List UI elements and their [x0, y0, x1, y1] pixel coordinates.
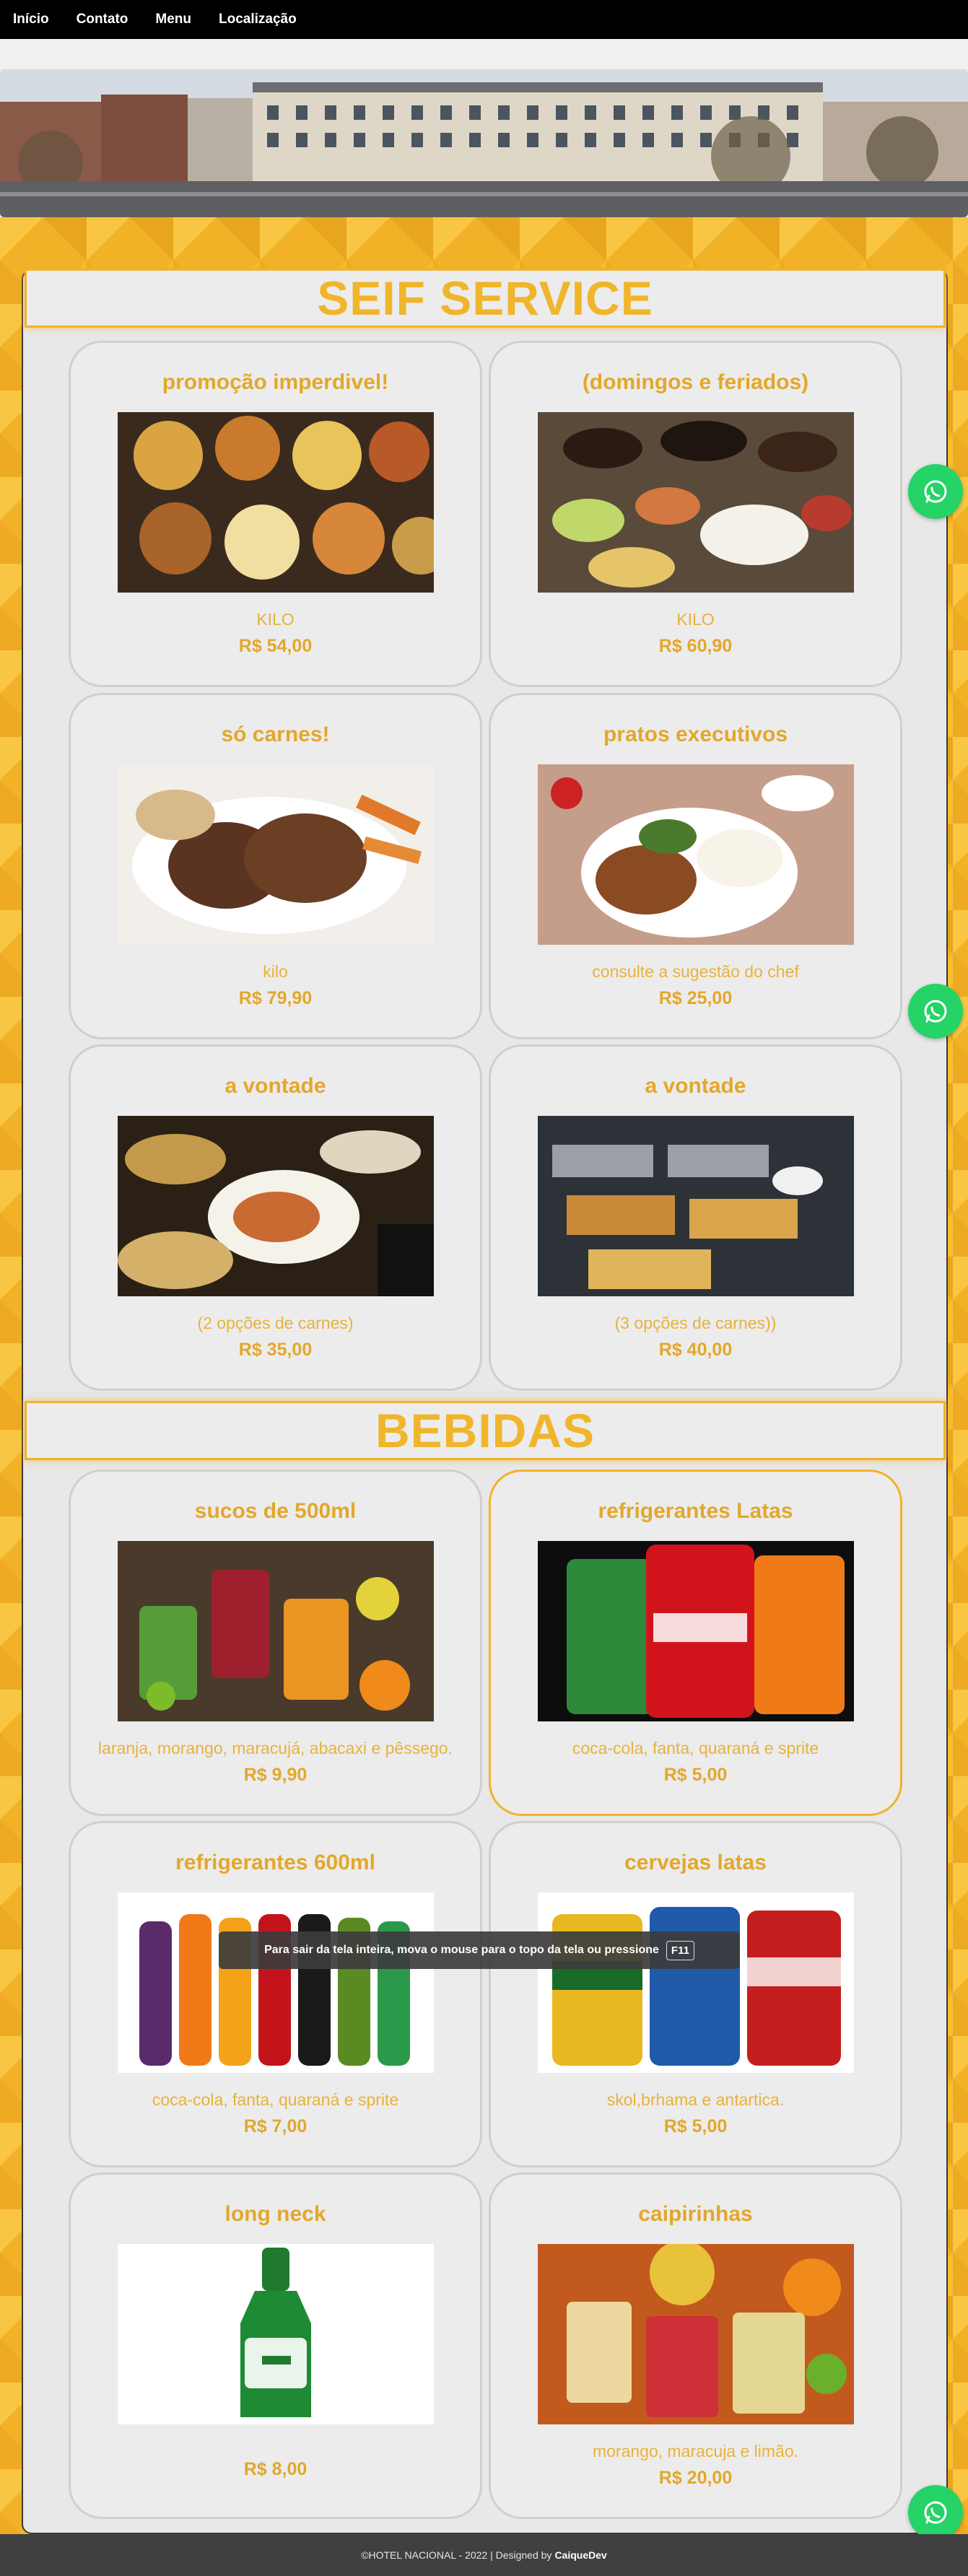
card-price: R$ 20,00	[658, 2468, 733, 2488]
card-price: R$ 25,00	[658, 988, 733, 1008]
menu-card-food-3: só carnes! kilo R$ 79,90	[69, 693, 482, 1039]
card-description: consulte a sugestão do chef	[592, 962, 799, 981]
whatsapp-icon	[924, 1000, 947, 1023]
card-description: (2 opções de carnes)	[197, 1314, 354, 1332]
top-nav: Início Contato Menu Localização	[0, 0, 968, 39]
card-description: (3 opções de carnes))	[614, 1314, 777, 1332]
soda-bottles-image	[118, 1892, 434, 2073]
menu-card-drink-6: caipirinhas morango, maracuja e limão. R…	[489, 2173, 902, 2519]
card-title: caipirinhas	[638, 2202, 753, 2226]
nav-contato[interactable]: Contato	[77, 12, 128, 27]
card-description: KILO	[256, 610, 295, 629]
roast-meat-image	[118, 764, 434, 945]
nav-menu[interactable]: Menu	[155, 12, 191, 27]
menu-card-drink-4: cervejas latas skol,brhama e antartica. …	[489, 1821, 902, 2167]
card-price: R$ 60,90	[658, 636, 733, 656]
menu-card-food-1: promoção imperdivel! KILO R$ 54,00	[69, 341, 482, 687]
buffet-plate-image	[118, 1116, 434, 1296]
whatsapp-button[interactable]	[908, 464, 963, 519]
toast-text: Para sair da tela inteira, mova o mouse …	[264, 1944, 659, 1956]
menu-card-drink-3: refrigerantes 600ml coca-cola, fanta, qu…	[69, 1821, 482, 2167]
footer-author-link[interactable]: CaiqueDev	[554, 2549, 606, 2561]
fullscreen-exit-toast: Para sair da tela inteira, mova o mouse …	[219, 1931, 740, 1969]
card-price: R$ 5,00	[663, 1765, 728, 1785]
footer-text: ©HOTEL NACIONAL - 2022 | Designed by	[361, 2549, 552, 2561]
heineken-bottle-image	[118, 2244, 434, 2424]
card-price: R$ 79,90	[238, 988, 313, 1008]
card-title: só carnes!	[221, 722, 330, 746]
menu-card-drink-1: sucos de 500ml laranja, morango, maracuj…	[69, 1470, 482, 1816]
feijoada-table-image	[538, 412, 854, 593]
card-description: KILO	[676, 610, 715, 629]
card-title: sucos de 500ml	[194, 1499, 357, 1523]
card-description: coca-cola, fanta, quaraná e sprite	[572, 1739, 819, 1758]
soda-cans-image	[538, 1541, 854, 1721]
card-title: long neck	[224, 2202, 326, 2226]
menu-card-food-2: (domingos e feriados) KILO R$ 60,90	[489, 341, 902, 687]
whatsapp-icon	[924, 2501, 947, 2524]
menu-card-drink-2: refrigerantes Latas coca-cola, fanta, qu…	[489, 1470, 902, 1816]
footer: ©HOTEL NACIONAL - 2022 | Designed by Cai…	[0, 2534, 968, 2576]
whatsapp-button[interactable]	[908, 2485, 963, 2540]
card-description: laranja, morango, maracujá, abacaxi e pê…	[98, 1739, 453, 1758]
seif-service-title: SEIF SERVICE	[25, 268, 946, 328]
menu-card-food-5: a vontade (2 opções de carnes) R$ 35,00	[69, 1044, 482, 1391]
card-description: coca-cola, fanta, quaraná e sprite	[152, 2090, 399, 2109]
card-price: R$ 40,00	[658, 1340, 733, 1360]
nav-inicio[interactable]: Início	[13, 12, 49, 27]
card-title: (domingos e feriados)	[582, 370, 809, 394]
card-price: R$ 54,00	[238, 636, 313, 656]
whatsapp-icon	[924, 480, 947, 503]
nav-localizacao[interactable]: Localização	[219, 12, 297, 27]
card-price: R$ 7,00	[243, 2116, 308, 2136]
hotel-banner-image	[0, 69, 968, 217]
card-description: skol,brhama e antartica.	[606, 2090, 785, 2109]
card-price: R$ 8,00	[243, 2459, 308, 2479]
card-description: kilo	[263, 962, 288, 981]
card-title: pratos executivos	[603, 722, 788, 746]
card-title: cervejas latas	[624, 1851, 767, 1874]
juices-image	[118, 1541, 434, 1721]
bebidas-title: BEBIDAS	[25, 1401, 946, 1460]
chicken-plate-image	[538, 764, 854, 945]
menu-card-food-4: pratos executivos consulte a sugestão do…	[489, 693, 902, 1039]
buffet-line-image	[538, 1116, 854, 1296]
whatsapp-button[interactable]	[908, 984, 963, 1039]
menu-card-food-6: a vontade (3 opções de carnes)) R$ 40,00	[489, 1044, 902, 1391]
menu-card-drink-5: long neck R$ 8,00	[69, 2173, 482, 2519]
card-title: a vontade	[645, 1074, 746, 1098]
card-title: promoção imperdivel!	[162, 370, 389, 394]
card-description: morango, maracuja e limão.	[592, 2442, 799, 2461]
card-price: R$ 5,00	[663, 2116, 728, 2136]
card-title: refrigerantes 600ml	[175, 1851, 375, 1874]
card-price: R$ 35,00	[238, 1340, 313, 1360]
card-title: refrigerantes Latas	[598, 1499, 793, 1523]
card-title: a vontade	[224, 1074, 326, 1098]
beer-cans-image	[538, 1892, 854, 2073]
buffet-pans-image	[118, 412, 434, 593]
card-price: R$ 9,90	[243, 1765, 308, 1785]
caipirinhas-image	[538, 2244, 854, 2424]
toast-key: F11	[666, 1940, 694, 1960]
